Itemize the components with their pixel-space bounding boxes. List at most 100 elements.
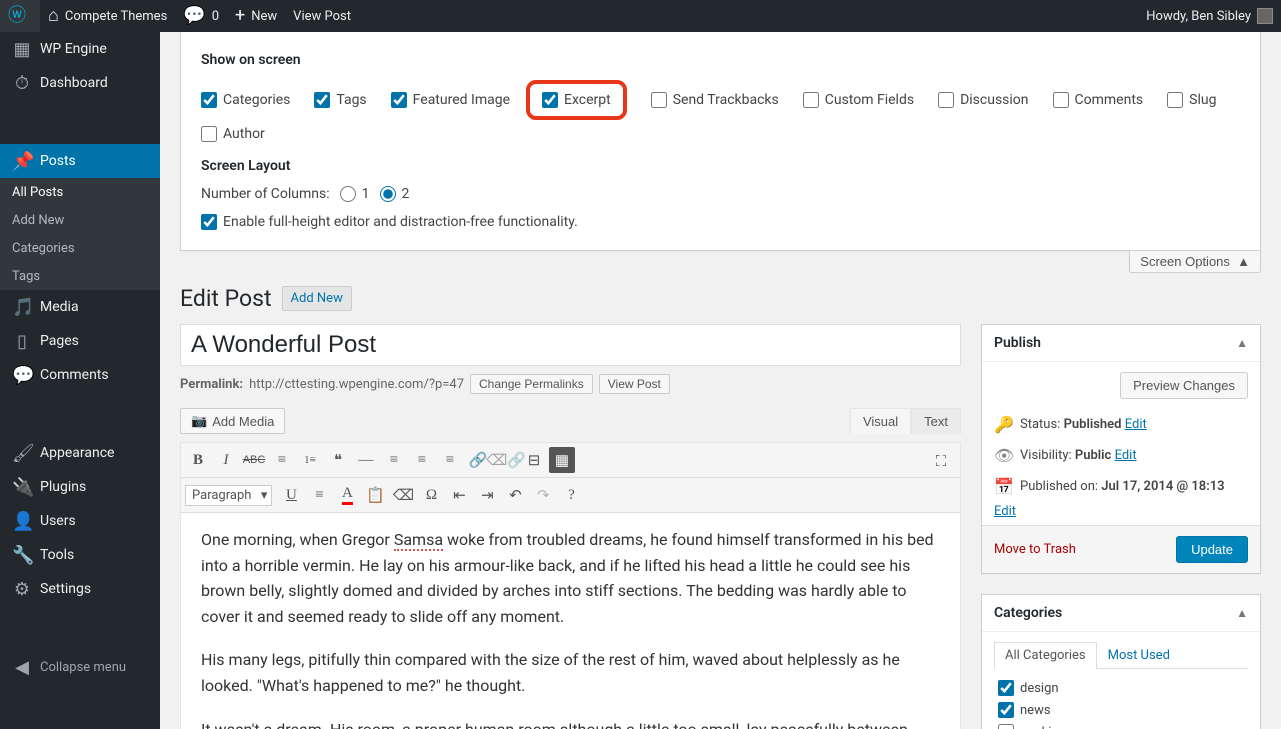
screen-option-slug[interactable]: Slug — [1167, 80, 1216, 120]
content-editor[interactable]: One morning, when Gregor Samsa woke from… — [181, 513, 960, 729]
screen-option-checkbox-1[interactable] — [314, 92, 330, 108]
columns-1-option[interactable]: 1 — [340, 186, 370, 202]
columns-2-radio[interactable] — [380, 186, 396, 202]
preview-changes-button[interactable]: Preview Changes — [1120, 372, 1248, 399]
menu-collapse[interactable]: ◀Collapse menu — [0, 650, 160, 684]
screen-option-comments[interactable]: Comments — [1053, 80, 1144, 120]
help-button[interactable]: ? — [558, 482, 584, 508]
site-name-link[interactable]: ⌂Compete Themes — [40, 0, 175, 32]
text-tab[interactable]: Text — [911, 408, 961, 434]
menu-wp-engine[interactable]: ▦WP Engine — [0, 32, 160, 66]
screen-option-checkbox-2[interactable] — [391, 92, 407, 108]
fullscreen-button[interactable]: ⛶ — [928, 449, 954, 475]
wp-logo[interactable]: ⓦ — [0, 0, 40, 32]
new-content-link[interactable]: +New — [227, 0, 285, 32]
edit-status-link[interactable]: Edit — [1125, 417, 1147, 432]
special-char-button[interactable]: Ω — [418, 482, 444, 508]
menu-pages[interactable]: ▯Pages — [0, 324, 160, 358]
redo-button[interactable]: ↷ — [530, 482, 556, 508]
submenu-all-posts[interactable]: All Posts — [0, 178, 160, 206]
bullet-list-button[interactable]: ≡ — [269, 447, 295, 473]
columns-2-option[interactable]: 2 — [380, 186, 410, 202]
blockquote-button[interactable]: ❝ — [325, 447, 351, 473]
category-tab-most-used[interactable]: Most Used — [1097, 642, 1181, 668]
menu-settings[interactable]: ⚙Settings — [0, 572, 160, 606]
align-center-button[interactable]: ≡ — [409, 447, 435, 473]
submenu-add-new[interactable]: Add New — [0, 206, 160, 234]
underline-button[interactable]: U — [278, 482, 304, 508]
update-button[interactable]: Update — [1176, 536, 1248, 563]
unlink-button[interactable]: ⌫🔗 — [493, 447, 519, 473]
justify-button[interactable]: ≡ — [306, 482, 332, 508]
menu-dashboard[interactable]: ⏱Dashboard — [0, 66, 160, 100]
strikethrough-button[interactable]: ABC — [241, 447, 267, 473]
indent-button[interactable]: ⇥ — [474, 482, 500, 508]
align-right-button[interactable]: ≡ — [437, 447, 463, 473]
screen-option-checkbox-9[interactable] — [201, 126, 217, 142]
category-item-cooking[interactable]: cooking — [998, 721, 1248, 729]
screen-option-checkbox-3[interactable] — [542, 92, 558, 108]
menu-comments[interactable]: 💬Comments — [0, 358, 160, 392]
menu-media[interactable]: 🎵Media — [0, 290, 160, 324]
screen-option-featured-image[interactable]: Featured Image — [391, 80, 510, 120]
outdent-button[interactable]: ⇤ — [446, 482, 472, 508]
screen-option-custom-fields[interactable]: Custom Fields — [803, 80, 914, 120]
menu-tools[interactable]: 🔧Tools — [0, 538, 160, 572]
submenu-tags[interactable]: Tags — [0, 262, 160, 290]
screen-options-toggle[interactable]: Screen Options ▲ — [1129, 251, 1261, 273]
hr-button[interactable]: — — [353, 447, 379, 473]
menu-users[interactable]: 👤Users — [0, 504, 160, 538]
screen-option-author[interactable]: Author — [201, 126, 265, 142]
category-checkbox-design[interactable] — [998, 680, 1014, 696]
category-checkbox-news[interactable] — [998, 702, 1014, 718]
screen-option-checkbox-7[interactable] — [1053, 92, 1069, 108]
toggle-publish-icon[interactable]: ▲ — [1236, 336, 1248, 350]
toggle-categories-icon[interactable]: ▲ — [1236, 606, 1248, 620]
edit-visibility-link[interactable]: Edit — [1115, 448, 1137, 463]
bold-button[interactable]: B — [185, 447, 211, 473]
paste-text-button[interactable]: 📋 — [362, 482, 388, 508]
move-to-trash-link[interactable]: Move to Trash — [994, 542, 1076, 557]
category-checkbox-cooking[interactable] — [998, 724, 1014, 729]
full-height-option[interactable]: Enable full-height editor and distractio… — [201, 214, 1240, 230]
format-select[interactable]: Paragraph — [185, 485, 272, 506]
screen-option-categories[interactable]: Categories — [201, 80, 290, 120]
screen-option-discussion[interactable]: Discussion — [938, 80, 1028, 120]
full-height-checkbox[interactable] — [201, 214, 217, 230]
menu-plugins[interactable]: 🔌Plugins — [0, 470, 160, 504]
undo-button[interactable]: ↶ — [502, 482, 528, 508]
submenu-categories[interactable]: Categories — [0, 234, 160, 262]
screen-option-send-trackbacks[interactable]: Send Trackbacks — [651, 80, 779, 120]
category-item-design[interactable]: design — [998, 677, 1248, 699]
screen-option-checkbox-0[interactable] — [201, 92, 217, 108]
toolbar-toggle-button[interactable]: ▦ — [549, 447, 575, 473]
category-tab-all[interactable]: All Categories — [994, 642, 1097, 669]
screen-option-checkbox-8[interactable] — [1167, 92, 1183, 108]
comments-link[interactable]: 💬0 — [175, 0, 227, 32]
columns-1-radio[interactable] — [340, 186, 356, 202]
menu-appearance[interactable]: 🖌Appearance — [0, 436, 160, 470]
category-item-news[interactable]: news — [998, 699, 1248, 721]
post-title-input[interactable] — [180, 324, 961, 366]
screen-option-excerpt[interactable]: Excerpt — [526, 80, 627, 120]
view-post-link[interactable]: View Post — [285, 0, 359, 32]
edit-date-link[interactable]: Edit — [994, 504, 1248, 519]
italic-button[interactable]: I — [213, 447, 239, 473]
clear-format-button[interactable]: ⌫ — [390, 482, 416, 508]
publish-heading-row[interactable]: Publish ▲ — [982, 325, 1260, 362]
screen-option-tags[interactable]: Tags — [314, 80, 366, 120]
number-list-button[interactable]: 1≡ — [297, 447, 323, 473]
screen-option-checkbox-6[interactable] — [938, 92, 954, 108]
screen-option-checkbox-5[interactable] — [803, 92, 819, 108]
screen-option-checkbox-4[interactable] — [651, 92, 667, 108]
add-new-button[interactable]: Add New — [282, 286, 352, 311]
categories-heading-row[interactable]: Categories ▲ — [982, 595, 1260, 632]
text-color-button[interactable]: A — [334, 482, 360, 508]
align-left-button[interactable]: ≡ — [381, 447, 407, 473]
visual-tab[interactable]: Visual — [850, 408, 911, 434]
my-account[interactable]: Howdy, Ben Sibley — [1138, 0, 1281, 32]
change-permalinks-button[interactable]: Change Permalinks — [470, 374, 593, 394]
menu-posts[interactable]: 📌Posts — [0, 144, 160, 178]
add-media-button[interactable]: 📷Add Media — [180, 408, 285, 434]
view-post-button[interactable]: View Post — [599, 374, 670, 394]
